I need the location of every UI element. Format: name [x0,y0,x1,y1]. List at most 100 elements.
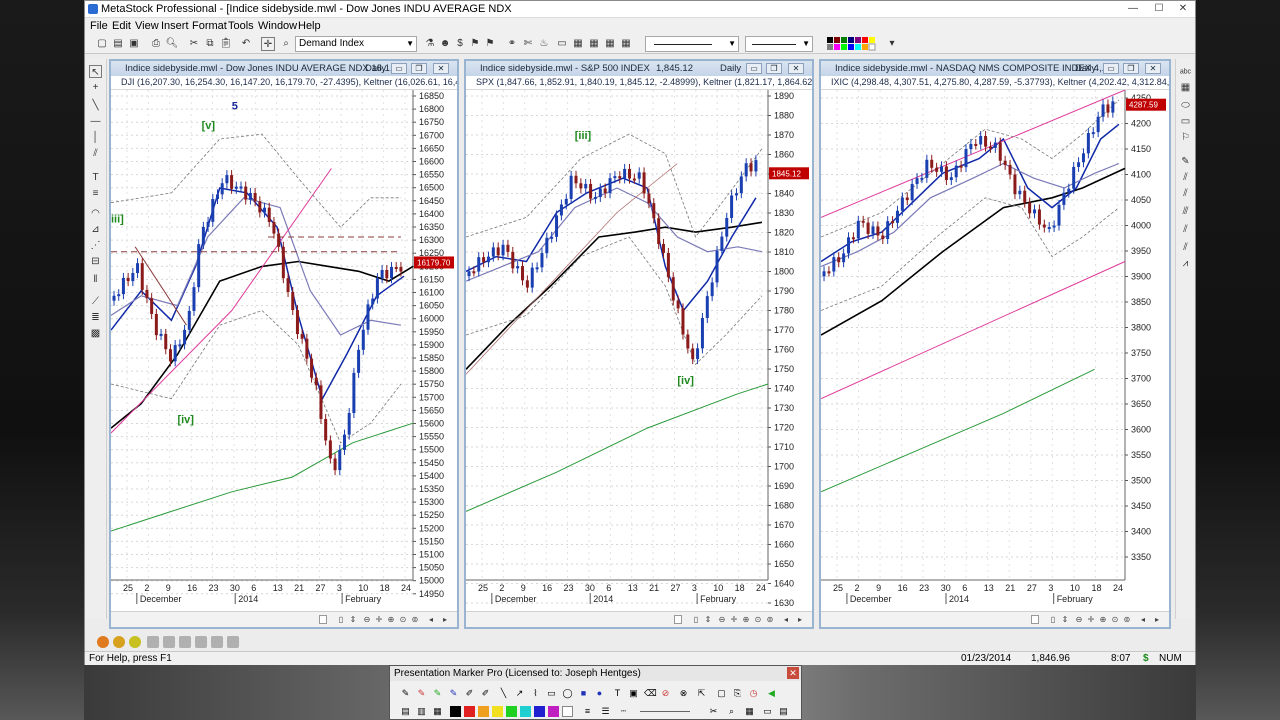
hierarchy-icon[interactable]: ♨ [537,37,551,51]
color-yellow-icon[interactable] [492,706,503,717]
whiteboard-icon[interactable]: ▦ [432,706,443,717]
print-preview-icon[interactable]: 🔍︎ [165,37,179,51]
panel-icon[interactable]: ▤ [778,706,789,717]
minimize-button[interactable]: — [1121,2,1145,16]
security-combo[interactable]: Demand Index ▼ [295,36,417,52]
system-circle-icon[interactable] [129,636,141,648]
new-icon[interactable]: ▢ [95,37,109,51]
expert-icon[interactable]: ☻ [438,37,452,51]
indicator-icon[interactable]: $ [453,37,467,51]
brush-icon[interactable]: ✐ [480,688,491,699]
line-style-combo[interactable]: ▼ [645,36,739,52]
panel-1-icon[interactable] [147,636,159,648]
scroll-thumb[interactable] [1031,615,1039,624]
color-orange-icon[interactable] [478,706,489,717]
close-button[interactable]: ✕ [1171,2,1195,16]
freeform-icon[interactable]: ⌇ [530,688,541,699]
step-icon[interactable]: ⇕ [704,615,712,624]
panel-4-icon[interactable] [195,636,207,648]
pattern-5-icon[interactable]: ⫽ [1179,241,1192,254]
scroll-next-icon[interactable]: ▸ [1153,615,1161,624]
highlighter-icon[interactable]: ✐ [464,688,475,699]
filled-rectangle-icon[interactable]: ■ [578,688,589,699]
color-magenta-icon[interactable] [548,706,559,717]
zoom-reset-icon[interactable]: ⊙ [399,615,407,624]
color-white-icon[interactable] [562,706,573,717]
color-black-icon[interactable] [450,706,461,717]
print-icon[interactable]: ⎙ [149,37,163,51]
expert-circle-icon[interactable] [113,636,125,648]
layout-5-icon[interactable]: ▦ [619,37,633,51]
pattern-1-icon[interactable]: ⫽ [1179,171,1192,184]
layout-2-icon[interactable]: ▦ [571,37,585,51]
system-tester-icon[interactable]: ⚑ [468,37,482,51]
arc-tool-icon[interactable]: ◠ [89,207,102,220]
zoom-in-icon[interactable]: ⊕ [1099,615,1107,624]
speed-lines-icon[interactable]: ⟋ [89,295,102,308]
grid-icon[interactable]: ▦ [744,706,755,717]
fan-tool-icon[interactable]: ⊿ [89,223,102,236]
undo-icon[interactable]: ↶ [239,37,253,51]
color-palette[interactable] [827,37,883,51]
presentation-marker-close-button[interactable]: ✕ [787,667,799,679]
layout-4-icon[interactable]: ▦ [603,37,617,51]
back-icon[interactable]: ◀ [766,688,777,699]
zoom-icon[interactable]: ⊚ [766,615,774,624]
text-tool-icon[interactable]: T [89,171,102,184]
line-width-icon[interactable]: ☰ [600,706,611,717]
maximize-button[interactable]: ☐ [1147,2,1171,16]
scissors-icon[interactable]: ✄ [521,37,535,51]
scroll-next-icon[interactable]: ▸ [441,615,449,624]
explorer-circle-icon[interactable] [97,636,109,648]
window-close-icon[interactable]: ✕ [1145,63,1161,74]
dash-style-icon[interactable]: ┄ [618,706,629,717]
opacity-slider[interactable] [640,711,690,712]
scroll-thumb[interactable] [674,615,682,624]
grid-tool-icon[interactable]: ▩ [89,327,102,340]
system-icon[interactable]: ⚑ [483,37,497,51]
color-blue-icon[interactable] [534,706,545,717]
crosshair-icon[interactable]: ✛ [261,37,275,51]
scroll-prev-icon[interactable]: ◂ [427,615,435,624]
scroll-next-icon[interactable]: ▸ [796,615,804,624]
zoom-out-icon[interactable]: ⊖ [363,615,371,624]
step-icon[interactable]: ⇕ [349,615,357,624]
window-minimize-icon[interactable]: ▭ [1103,63,1119,74]
chart-plot-ixic[interactable]: 4250420041504100405040003950390038503800… [821,90,1169,612]
panel-3-icon[interactable] [179,636,191,648]
save-icon[interactable]: ▤ [400,706,411,717]
line-weight-combo[interactable]: ▼ [745,36,813,52]
scissors-icon[interactable]: ✂ [708,706,719,717]
arrow-icon[interactable]: ↗ [514,688,525,699]
color-green-icon[interactable] [506,706,517,717]
symbol-icon[interactable]: ⚐ [1179,131,1192,144]
zoom-out-icon[interactable]: ⊖ [718,615,726,624]
brush-icon[interactable]: ✎ [1179,155,1192,168]
scroll-left-icon[interactable]: ▯ [1049,615,1057,624]
chart-window-spx[interactable]: Indice sidebyside.mwl - S&P 500 INDEX 1,… [464,59,814,629]
color-red-icon[interactable] [464,706,475,717]
zoom-fit-icon[interactable]: ✛ [730,615,738,624]
chart-plot-spx[interactable]: 1890188018701860185018401830182018101800… [466,90,812,612]
stop-icon[interactable]: ⊘ [660,688,671,699]
menu-window[interactable]: Window [258,20,297,32]
ellipse-icon[interactable]: ⬭ [1179,99,1192,112]
window-restore-icon[interactable]: ❐ [1123,63,1139,74]
pattern-2-icon[interactable]: ⫽ [1179,187,1192,200]
menu-file[interactable]: File [90,20,108,32]
menu-format[interactable]: Format [192,20,227,32]
binoculars-icon[interactable]: ⚭ [505,37,519,51]
pointer-icon[interactable]: ↖ [89,65,102,78]
tirone-icon[interactable]: ≣ [89,311,102,324]
scroll-left-icon[interactable]: ▯ [692,615,700,624]
panel-2-icon[interactable] [163,636,175,648]
copy-icon[interactable]: ⧉ [203,37,217,51]
cycle-tool-icon[interactable]: ‖ [89,273,102,286]
cursor-icon[interactable]: ⇱ [696,688,707,699]
menu-edit[interactable]: Edit [112,20,131,32]
horizontal-line-icon[interactable]: — [89,115,102,128]
table-icon[interactable]: ▦ [1179,81,1192,94]
zoom-icon[interactable]: ⊚ [1123,615,1131,624]
menu-tools[interactable]: Tools [228,20,254,32]
window-close-icon[interactable]: ✕ [788,63,804,74]
